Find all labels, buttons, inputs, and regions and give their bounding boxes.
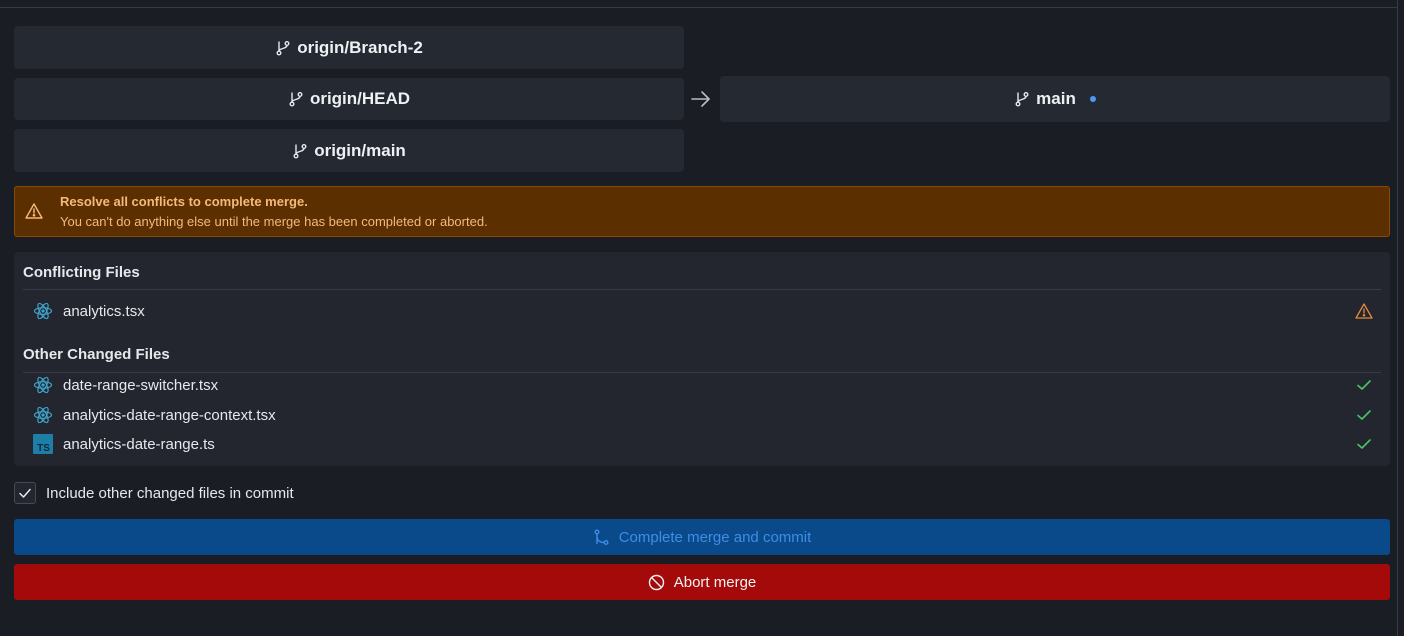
git-branch-icon [289, 92, 303, 107]
git-branch-icon [1015, 92, 1029, 107]
branch-label: origin/Branch-2 [297, 37, 423, 57]
prohibited-icon [648, 574, 664, 590]
merge-conflict-alert: Resolve all conflicts to complete merge.… [14, 186, 1390, 237]
file-row-analytics-date-range-context[interactable]: analytics-date-range-context.tsx [23, 402, 1381, 428]
typescript-icon: TS [33, 434, 53, 454]
include-other-files-checkbox[interactable] [14, 482, 36, 504]
section-divider [23, 289, 1381, 290]
other-changed-files-title: Other Changed Files [23, 346, 170, 363]
current-branch-indicator [1089, 96, 1096, 102]
react-icon [33, 406, 53, 424]
file-row-analytics-tsx[interactable]: analytics.tsx [23, 298, 1381, 324]
svg-text:TS: TS [37, 443, 50, 454]
branch-label: origin/main [314, 140, 406, 160]
react-icon [33, 376, 53, 394]
warning-icon [25, 203, 43, 219]
source-branch-origin-head[interactable]: origin/HEAD [14, 78, 684, 120]
warning-icon [1355, 303, 1373, 319]
file-name: analytics.tsx [63, 302, 145, 320]
complete-merge-button[interactable]: Complete merge and commit [14, 519, 1390, 555]
alert-title: Resolve all conflicts to complete merge. [60, 194, 308, 209]
alert-message: You can't do anything else until the mer… [60, 214, 488, 229]
file-name: analytics-date-range-context.tsx [63, 406, 276, 424]
right-divider [1397, 0, 1398, 636]
merge-panel: origin/Branch-2 origin/HEAD origin/main … [0, 0, 1404, 636]
git-merge-icon [594, 529, 609, 545]
branch-label: origin/HEAD [309, 89, 411, 108]
files-panel: Conflicting Files analytics.tsx Other Ch… [14, 252, 1390, 466]
target-branch-main[interactable]: main [720, 76, 1390, 122]
abort-merge-button[interactable]: Abort merge [14, 564, 1390, 600]
file-name: analytics-date-range.ts [63, 435, 215, 453]
check-icon [1357, 439, 1371, 449]
check-icon [1357, 380, 1371, 390]
check-icon [19, 488, 31, 498]
react-icon [33, 302, 53, 320]
conflicting-files-title: Conflicting Files [23, 264, 140, 281]
arrow-right-icon [691, 91, 710, 107]
file-name: date-range-switcher.tsx [63, 376, 219, 394]
git-branch-icon [293, 143, 307, 158]
top-divider [0, 7, 1397, 8]
include-other-files-label: Include other changed files in commit [46, 484, 294, 502]
git-branch-icon [276, 40, 290, 55]
file-row-date-range-switcher[interactable]: date-range-switcher.tsx [23, 372, 1381, 398]
source-branch-origin-branch-2[interactable]: origin/Branch-2 [14, 26, 684, 69]
include-other-files-option[interactable]: Include other changed files in commit [14, 481, 294, 505]
abort-merge-label: Abort merge [673, 573, 757, 591]
check-icon [1357, 410, 1371, 420]
source-branch-origin-main[interactable]: origin/main [14, 129, 684, 172]
file-row-analytics-date-range-ts[interactable]: TS analytics-date-range.ts [23, 431, 1381, 457]
complete-merge-label: Complete merge and commit [618, 528, 812, 546]
branch-label: main [1036, 89, 1076, 108]
